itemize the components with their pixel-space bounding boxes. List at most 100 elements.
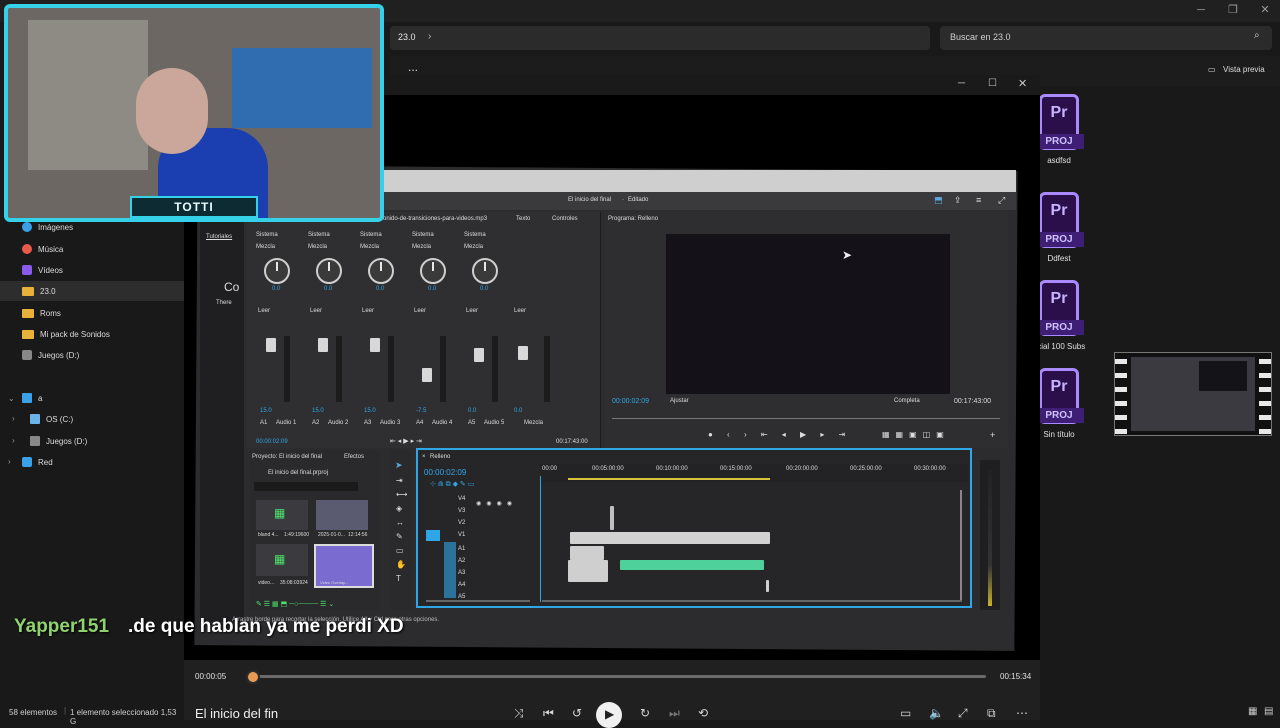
volume-icon[interactable]: 🔈 <box>929 706 944 720</box>
tab-controls[interactable]: Controles <box>552 216 578 222</box>
fullscreen-icon[interactable]: ⤢ <box>998 195 1005 206</box>
bin-thumbnail[interactable] <box>316 500 368 530</box>
preview-pane-icon[interactable]: ▭ <box>1208 65 1216 74</box>
automation-mode[interactable]: Leer <box>514 308 526 314</box>
channel-send[interactable]: Sistema <box>464 232 486 238</box>
address-bar[interactable]: 23.0 › <box>390 26 930 50</box>
sidebar-item-23-0[interactable]: 23.0 <box>0 281 184 301</box>
chevron-right-icon[interactable]: › <box>8 457 11 466</box>
razor-tool-icon[interactable]: ◈ <box>396 504 402 513</box>
type-tool-icon[interactable]: T <box>396 574 401 583</box>
hand-tool-icon[interactable]: ✋ <box>396 560 406 569</box>
maximize-icon[interactable]: ☐ <box>988 78 997 89</box>
work-area-bar[interactable] <box>568 478 770 480</box>
track-targeting[interactable] <box>444 542 456 598</box>
audio-clip[interactable] <box>620 560 764 570</box>
timeline-tools-icons[interactable]: ⊹ ⋒ ⧉ ◆ ✎ ▭ <box>430 480 474 489</box>
vertical-scrollbar[interactable] <box>960 490 962 600</box>
video-clip[interactable] <box>610 506 614 530</box>
pan-knob[interactable] <box>316 258 342 284</box>
minimize-icon[interactable]: ─ <box>1186 0 1216 22</box>
project-footer-icons[interactable]: ✎ ☰ ▦ ⬒ ─○──── ☰ ⌄ <box>256 600 334 608</box>
video-file-thumbnail[interactable] <box>1114 352 1272 436</box>
automation-mode[interactable]: Leer <box>258 308 270 314</box>
automation-mode[interactable]: Leer <box>362 308 374 314</box>
address-segment[interactable]: 23.0 <box>398 32 416 42</box>
chevron-right-icon[interactable]: › <box>12 436 15 445</box>
mini-player-icon[interactable]: ⧉ <box>987 706 996 721</box>
sidebar-item-this-pc[interactable]: a <box>22 388 42 408</box>
shuffle-icon[interactable]: ⤨ <box>514 706 524 721</box>
channel-mode[interactable]: Mezcla <box>256 244 275 250</box>
close-icon[interactable]: ✕ <box>1018 77 1027 90</box>
forward-30-icon[interactable]: ↻ <box>640 706 650 720</box>
repeat-off-icon[interactable]: ⟲ <box>698 706 708 720</box>
details-view-icon[interactable]: ▦ <box>1248 706 1257 717</box>
maximize-icon[interactable]: ❐ <box>1218 0 1248 22</box>
tab-tutorials[interactable]: Tutoriales <box>206 234 232 240</box>
sidebar-item-games-drive-2[interactable]: Juegos (D:) <box>30 431 87 451</box>
quality-select[interactable]: Completa <box>894 398 920 404</box>
chevron-down-icon[interactable]: ⌄ <box>8 394 15 403</box>
automation-mode[interactable]: Leer <box>310 308 322 314</box>
channel-send[interactable]: Sistema <box>360 232 382 238</box>
minimize-icon[interactable]: ─ <box>958 78 965 89</box>
horizontal-scrollbar[interactable] <box>426 600 530 602</box>
sidebar-item-sound-pack[interactable]: Mi pack de Sonidos <box>22 324 110 344</box>
video-clip[interactable] <box>570 532 770 544</box>
tab-sequence[interactable]: Relleno <box>430 454 450 460</box>
sidebar-item-music[interactable]: Música <box>22 239 63 259</box>
volume-fader[interactable] <box>422 368 432 382</box>
chevron-right-icon[interactable]: › <box>12 414 15 423</box>
bin-thumbnail[interactable]: ▦ <box>256 500 308 530</box>
fullscreen-icon[interactable]: ⤢ <box>958 706 968 721</box>
play-button[interactable]: ▶ <box>596 702 622 728</box>
track-controls-icons[interactable]: ◉◉◉◉ <box>476 500 517 507</box>
chevron-right-icon[interactable]: › <box>428 31 431 42</box>
tab-effects[interactable]: Efectos <box>344 454 364 460</box>
sequence-close-icon[interactable]: × <box>422 454 426 460</box>
tiles-view-icon[interactable]: ▤ <box>1264 706 1273 717</box>
export-icon[interactable]: ⇪ <box>954 195 962 206</box>
add-button-icon[interactable]: + <box>990 430 995 440</box>
volume-fader[interactable] <box>370 338 380 352</box>
transport-controls-icon[interactable]: ⇤ ◂ ▶ ▸ ⇥ <box>390 437 422 445</box>
seek-bar[interactable] <box>246 675 986 678</box>
close-icon[interactable]: ✕ <box>1250 0 1280 22</box>
time-ruler[interactable]: 00:00 00:05:00:00 00:10:00:00 00:15:00:0… <box>540 464 968 482</box>
automation-mode[interactable]: Leer <box>414 308 426 314</box>
audio-clip[interactable] <box>570 546 604 560</box>
pan-knob[interactable] <box>420 258 446 284</box>
seek-thumb[interactable] <box>246 670 260 684</box>
timeline-zoom-scrollbar[interactable] <box>542 600 962 602</box>
channel-send[interactable]: Sistema <box>256 232 278 238</box>
master-fader[interactable] <box>518 346 528 360</box>
pan-knob[interactable] <box>264 258 290 284</box>
next-icon[interactable]: ⏭ <box>669 706 680 721</box>
channel-mode[interactable]: Mezcla <box>412 244 431 250</box>
audio-clip[interactable] <box>766 580 769 592</box>
sidebar-item-roms[interactable]: Roms <box>22 303 61 323</box>
rewind-10-icon[interactable]: ↺ <box>572 706 582 720</box>
share-icon[interactable]: ⬒ <box>934 195 943 206</box>
automation-mode[interactable]: Leer <box>466 308 478 314</box>
channel-mode[interactable]: Mezcla <box>464 244 483 250</box>
program-scrubber[interactable] <box>612 418 1000 419</box>
selection-tool-icon[interactable]: ➤ <box>395 460 403 471</box>
bin-thumbnail[interactable]: ▦ <box>256 544 308 576</box>
slip-tool-icon[interactable]: ↔ <box>396 518 404 527</box>
more-options-icon[interactable]: ... <box>408 60 418 74</box>
source-patch[interactable] <box>426 530 440 541</box>
sidebar-item-videos[interactable]: Vídeos <box>22 260 63 280</box>
search-icon[interactable]: ⌕ <box>1254 30 1260 41</box>
subtitles-icon[interactable]: ▭ <box>900 706 911 720</box>
audio-clip[interactable] <box>568 560 608 582</box>
channel-mode[interactable]: Mezcla <box>360 244 379 250</box>
volume-fader[interactable] <box>474 348 484 362</box>
tab-program[interactable]: Programa: Relleno <box>608 216 658 222</box>
rectangle-tool-icon[interactable]: ▭ <box>396 546 404 555</box>
channel-mode[interactable]: Mezcla <box>308 244 327 250</box>
menu-icon[interactable]: ≡ <box>976 195 981 205</box>
tab-text[interactable]: Texto <box>516 216 530 222</box>
pen-tool-icon[interactable]: ✎ <box>396 532 403 541</box>
